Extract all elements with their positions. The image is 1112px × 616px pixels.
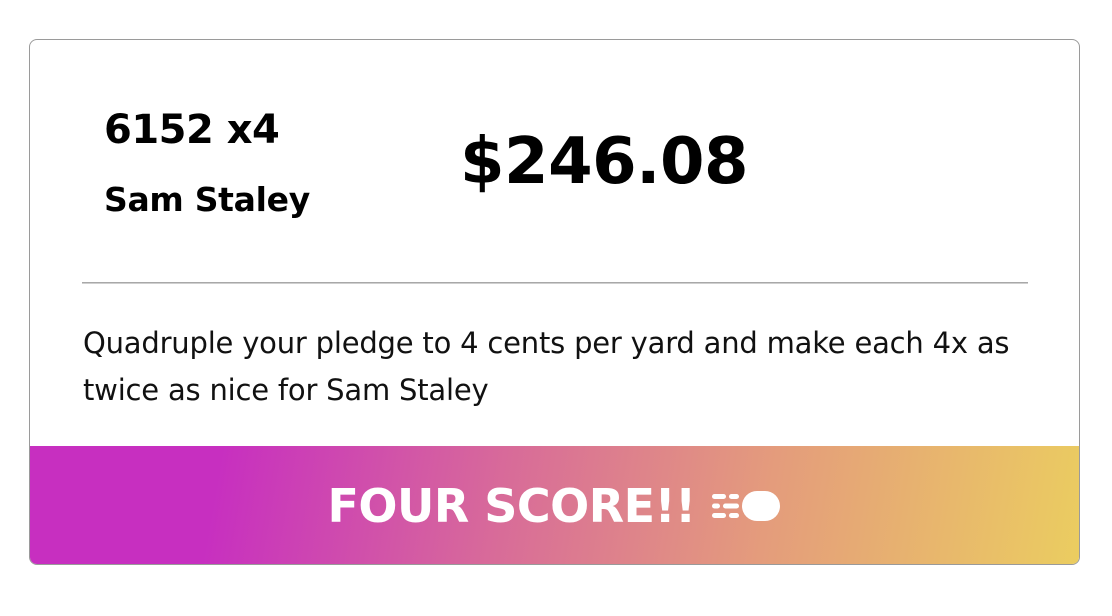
- pledge-card: 6152 x4 Sam Staley $246.08 Quadruple you…: [29, 39, 1080, 565]
- player-name: Sam Staley: [104, 180, 310, 219]
- four-score-button-label: FOUR SCORE!!: [327, 479, 696, 533]
- divider: [82, 282, 1028, 284]
- yardage-multiplier: 6152 x4: [104, 107, 280, 153]
- four-score-button[interactable]: FOUR SCORE!!: [30, 446, 1079, 564]
- pledge-amount: $246.08: [460, 125, 749, 199]
- pledge-description: Quadruple your pledge to 4 cents per yar…: [83, 326, 1010, 407]
- football-speed-icon: [710, 488, 782, 524]
